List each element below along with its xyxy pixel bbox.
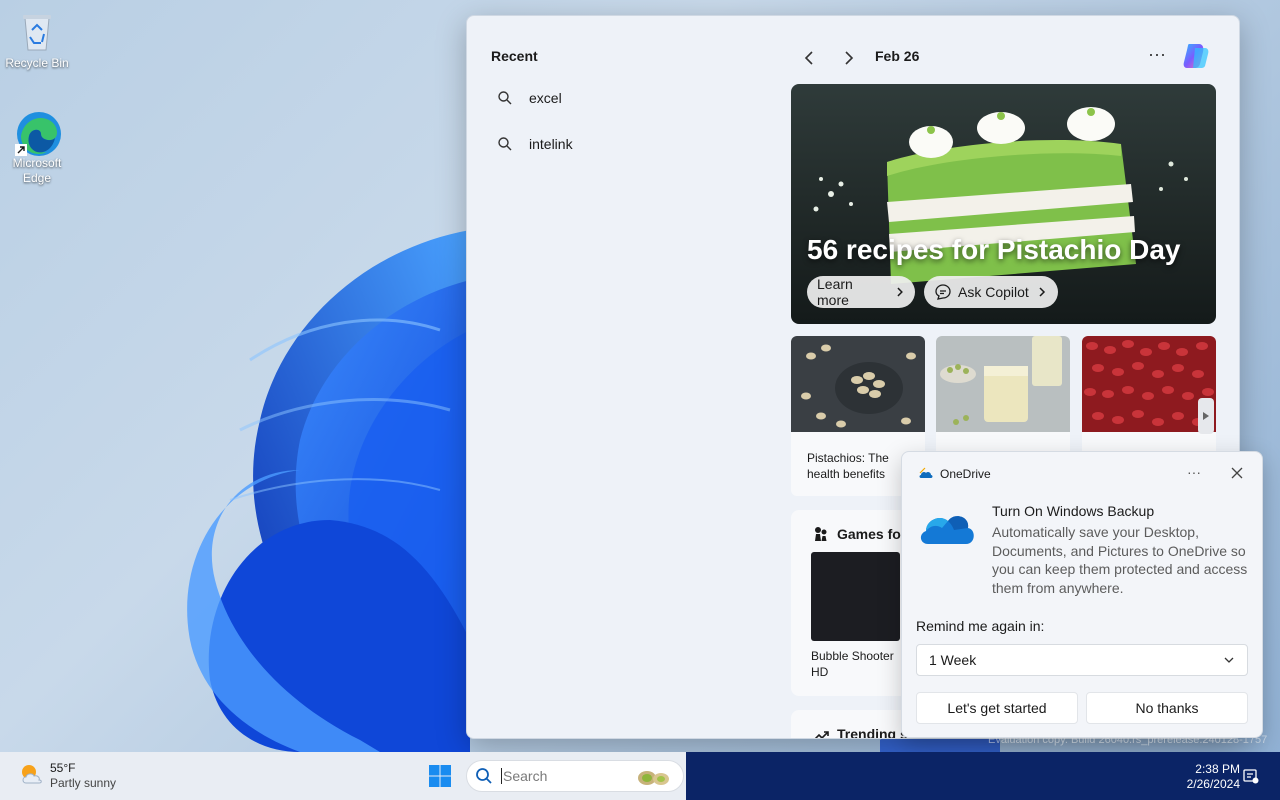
- games-heading: Games for: [837, 526, 907, 542]
- ask-copilot-button[interactable]: Ask Copilot: [924, 276, 1058, 308]
- close-icon: [1231, 467, 1243, 479]
- copilot-icon: [1183, 44, 1209, 68]
- remind-interval-value: 1 Week: [929, 652, 977, 668]
- carousel-next-button[interactable]: [1198, 398, 1214, 434]
- pistachio-milk-image: [936, 336, 1070, 432]
- taskbar-tray: 2:38 PM 2/26/2024: [686, 752, 1280, 800]
- search-placeholder: Search: [501, 768, 548, 784]
- notification-center-button[interactable]: [1243, 768, 1259, 784]
- chevron-right-icon: [845, 51, 854, 65]
- search-icon: [498, 91, 512, 105]
- recycle-bin-label: Recycle Bin: [5, 56, 69, 70]
- pistachios-image: [791, 336, 925, 432]
- recent-heading: Recent: [491, 48, 538, 64]
- search-icon: [498, 137, 512, 151]
- recent-item-intelink[interactable]: intelink: [497, 128, 757, 160]
- windows-logo-icon: [429, 765, 451, 787]
- game-piece-icon: [815, 527, 827, 541]
- weather-condition: Partly sunny: [50, 776, 117, 790]
- next-day-button[interactable]: [837, 46, 861, 70]
- recent-item-label: excel: [529, 90, 562, 106]
- recycle-bin-icon: [15, 10, 59, 54]
- chevron-down-icon: [1224, 657, 1234, 663]
- learn-more-label: Learn more: [817, 276, 853, 308]
- edge-icon: [15, 110, 61, 156]
- weather-widget[interactable]: 55°F Partly sunny: [18, 761, 116, 791]
- toast-more-button[interactable]: ···: [1187, 464, 1201, 480]
- clock-date: 2/26/2024: [1186, 777, 1240, 791]
- weather-temperature: 55°F: [50, 761, 76, 775]
- partly-sunny-icon: [22, 765, 42, 784]
- play-right-icon: [1203, 412, 1209, 420]
- recent-item-label: intelink: [529, 136, 573, 152]
- taskbar-search-box[interactable]: Search: [466, 760, 684, 792]
- onedrive-notification: OneDrive ··· Turn On Windows Backup Auto…: [901, 451, 1263, 738]
- desktop-icon-recycle-bin[interactable]: Recycle Bin: [1, 10, 73, 71]
- toast-body: Automatically save your Desktop, Documen…: [992, 524, 1248, 596]
- search-icon: [476, 768, 492, 784]
- more-options-button[interactable]: ···: [1145, 44, 1169, 68]
- desktop-icon-edge[interactable]: Microsoft Edge: [1, 110, 73, 186]
- chevron-left-icon: [804, 51, 813, 65]
- edge-label: Microsoft Edge: [12, 156, 62, 185]
- clock-time: 2:38 PM: [1195, 762, 1240, 776]
- previous-day-button[interactable]: [797, 46, 821, 70]
- trending-heading: Trending s: [837, 726, 908, 739]
- search-highlight-pistachio-icon: [638, 771, 669, 785]
- onedrive-small-icon: [919, 467, 933, 478]
- remind-interval-select[interactable]: 1 Week: [916, 644, 1248, 676]
- toast-close-button[interactable]: [1228, 464, 1246, 482]
- recent-item-excel[interactable]: excel: [497, 82, 757, 114]
- game-name[interactable]: Bubble Shooter HD: [811, 648, 906, 680]
- lets-get-started-button[interactable]: Let's get started: [916, 692, 1078, 724]
- chevron-right-icon: [897, 287, 904, 297]
- notification-icon: [1243, 769, 1259, 784]
- toast-heading: Turn On Windows Backup: [992, 503, 1155, 519]
- date-label: Feb 26: [875, 48, 920, 64]
- red-pistachios-image: [1082, 336, 1216, 432]
- copilot-button[interactable]: [1179, 40, 1211, 72]
- no-thanks-button[interactable]: No thanks: [1086, 692, 1248, 724]
- remind-label: Remind me again in:: [916, 618, 1045, 634]
- hero-title: 56 recipes for Pistachio Day: [807, 234, 1181, 265]
- toast-app-name: OneDrive: [940, 467, 991, 481]
- ask-copilot-label: Ask Copilot: [958, 284, 1029, 300]
- learn-more-button[interactable]: Learn more: [807, 276, 915, 308]
- chat-icon: [935, 284, 951, 300]
- hero-card[interactable]: 56 recipes for Pistachio Day Learn more …: [791, 84, 1216, 324]
- onedrive-cloud-icon: [920, 516, 974, 544]
- game-tile[interactable]: [811, 552, 900, 641]
- trending-icon: [814, 731, 829, 738]
- clock[interactable]: 2:38 PM 2/26/2024: [1180, 762, 1240, 792]
- start-button[interactable]: [428, 764, 452, 788]
- chevron-right-icon: [1039, 287, 1045, 297]
